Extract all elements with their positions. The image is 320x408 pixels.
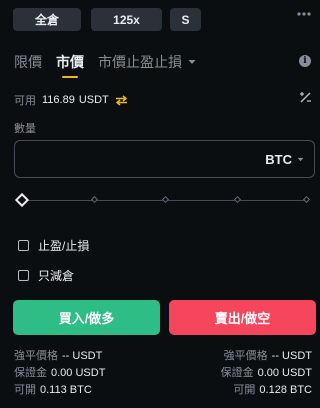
buy-margin: 保證金 0.00 USDT bbox=[14, 364, 105, 380]
buy-long-label: 買入/做多 bbox=[58, 311, 115, 326]
sell-margin: 保證金 0.00 USDT bbox=[221, 364, 312, 380]
reduce-only-checkbox[interactable] bbox=[18, 270, 29, 281]
position-mode-button[interactable]: S bbox=[170, 8, 201, 31]
chevron-down-icon bbox=[188, 60, 196, 64]
margin-mode-button[interactable]: 全倉 bbox=[13, 8, 81, 31]
calculator-icon[interactable] bbox=[299, 91, 312, 104]
transfer-icon[interactable] bbox=[115, 94, 128, 106]
tp-sl-label: 止盈/止損 bbox=[38, 239, 90, 253]
order-type-tabs: 限價 市價 市價止盈止損 bbox=[14, 52, 210, 74]
buy-liq-value: -- USDT bbox=[62, 350, 103, 362]
tab-limit-label: 限價 bbox=[14, 54, 42, 70]
sell-max-open: 可開 0.128 BTC bbox=[233, 381, 312, 397]
slider-tick-75[interactable] bbox=[233, 195, 242, 204]
info-icon[interactable]: i bbox=[299, 55, 311, 67]
tab-market-label: 市價 bbox=[56, 54, 84, 70]
tp-sl-option[interactable]: 止盈/止損 bbox=[18, 237, 89, 254]
buy-max-label: 可開 bbox=[14, 384, 36, 396]
tab-market[interactable]: 市價 bbox=[56, 52, 84, 72]
available-unit: USDT bbox=[78, 94, 109, 106]
more-options-icon[interactable] bbox=[296, 9, 312, 19]
chevron-down-icon bbox=[297, 157, 304, 161]
tab-limit[interactable]: 限價 bbox=[14, 52, 42, 72]
position-mode-label: S bbox=[181, 12, 190, 27]
sell-liquidation-price: 強平價格 -- USDT bbox=[224, 347, 312, 363]
sell-liq-value: -- USDT bbox=[271, 350, 312, 362]
sell-short-button[interactable]: 賣出/做空 bbox=[169, 300, 316, 335]
buy-max-open: 可開 0.113 BTC bbox=[14, 381, 92, 397]
sell-short-label: 賣出/做空 bbox=[214, 311, 271, 326]
leverage-button[interactable]: 125x bbox=[91, 8, 162, 31]
quantity-label: 數量 bbox=[14, 123, 36, 135]
leverage-label: 125x bbox=[113, 12, 140, 27]
buy-liquidation-price: 強平價格 -- USDT bbox=[14, 347, 102, 363]
sell-max-value: 0.128 BTC bbox=[259, 384, 312, 396]
quantity-input[interactable]: BTC bbox=[14, 140, 315, 178]
quantity-unit-selector[interactable]: BTC bbox=[265, 152, 292, 167]
buy-liq-label: 強平價格 bbox=[14, 350, 58, 362]
sell-max-label: 可開 bbox=[233, 384, 256, 396]
tab-stop-market-label: 市價止盈止損 bbox=[98, 54, 182, 70]
buy-margin-value: 0.00 USDT bbox=[51, 367, 106, 379]
available-value: 116.89 bbox=[42, 94, 75, 106]
buy-max-value: 0.113 BTC bbox=[40, 384, 92, 396]
buy-long-button[interactable]: 買入/做多 bbox=[13, 300, 160, 335]
tp-sl-checkbox[interactable] bbox=[18, 240, 29, 251]
reduce-only-option[interactable]: 只減倉 bbox=[18, 267, 74, 284]
sell-margin-value: 0.00 USDT bbox=[257, 367, 312, 379]
available-balance: 可用 116.89 USDT bbox=[14, 92, 128, 108]
reduce-only-label: 只減倉 bbox=[38, 269, 75, 283]
slider-thumb[interactable] bbox=[14, 192, 30, 208]
slider-tick-25[interactable] bbox=[90, 195, 99, 204]
slider-tick-50[interactable] bbox=[161, 195, 170, 204]
available-label: 可用 bbox=[14, 95, 36, 107]
slider-tick-100[interactable] bbox=[302, 195, 311, 204]
tab-stop-market[interactable]: 市價止盈止損 bbox=[98, 52, 196, 72]
buy-margin-label: 保證金 bbox=[14, 367, 47, 379]
sell-margin-label: 保證金 bbox=[220, 367, 254, 379]
margin-mode-label: 全倉 bbox=[34, 13, 59, 27]
sell-liq-label: 強平價格 bbox=[223, 350, 268, 362]
